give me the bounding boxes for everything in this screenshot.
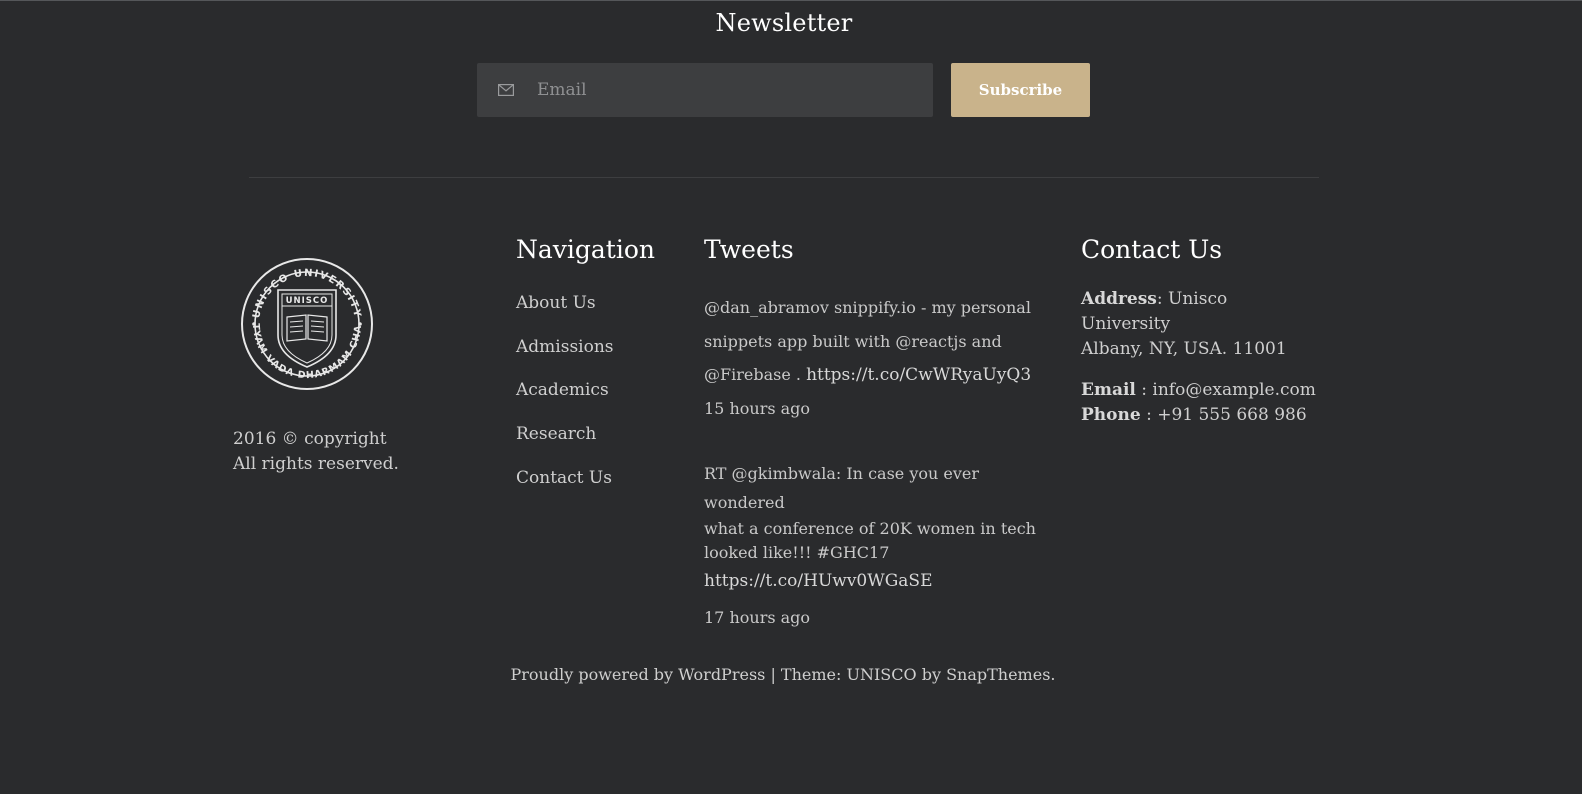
logo-shield-text: UNISCO (286, 296, 329, 306)
copyright-line: 2016 © copyright (233, 429, 387, 449)
footer-divider (249, 177, 1319, 178)
subscribe-button[interactable]: Subscribe (951, 63, 1090, 117)
contact-heading: Contact Us (1081, 235, 1223, 264)
university-seal-logo[interactable]: UNISCO UNIVERSITY SATYAM VADA DHARMAM CH… (235, 249, 375, 391)
tweet-text-line: RT @gkimbwala: In case you ever wondered (704, 463, 980, 512)
tweet-timestamp: 17 hours ago (704, 607, 811, 627)
rights-line: All rights reserved. (233, 454, 399, 474)
nav-link-academics[interactable]: Academics (516, 378, 614, 422)
phone-value[interactable]: : +91 555 668 986 (1141, 405, 1307, 425)
email-input[interactable] (535, 79, 899, 101)
tweet-item: @dan_abramov snippify.io - my personal s… (704, 291, 1044, 393)
email-field-wrapper[interactable] (477, 63, 933, 117)
mail-icon (498, 81, 516, 99)
theme-author-link[interactable]: SnapThemes. (946, 665, 1055, 684)
email-label: Email (1081, 380, 1136, 400)
contact-details: Address: Unisco University Albany, NY, U… (1081, 287, 1321, 428)
tweet-text-line: @dan_abramov snippify.io - my personal (704, 298, 1031, 317)
address-city-line: Albany, NY, USA. 11001 (1081, 339, 1287, 359)
tweet-text-line: looked like!!! #GHC17 (704, 542, 890, 562)
tweet-link[interactable]: https://t.co/CwWRyaUyQ3 (806, 365, 1031, 385)
credit-separator: | Theme: UNISCO by (765, 665, 947, 684)
wordpress-link[interactable]: WordPress (678, 665, 765, 684)
nav-link-contact-us[interactable]: Contact Us (516, 466, 614, 510)
credit-prefix: Proudly powered by (510, 665, 679, 684)
tweet-text-line: snippets app built with @reactjs and (704, 331, 1002, 351)
phone-label: Phone (1081, 405, 1141, 425)
tweet-text-line: @Firebase . https://t.co/CwWRyaUyQ3 (704, 358, 1044, 393)
tweet-item: RT @gkimbwala: In case you ever wondered… (704, 459, 1044, 593)
nav-link-about-us[interactable]: About Us (516, 291, 614, 335)
copyright-text: 2016 © copyright All rights reserved. (233, 427, 399, 477)
tweet-text-line: what a conference of 20K women in tech (704, 518, 1036, 538)
nav-link-research[interactable]: Research (516, 422, 614, 466)
tweet-text-fragment: @Firebase . (704, 365, 801, 384)
phone-line: Phone : +91 555 668 986 (1081, 403, 1321, 428)
tweets-list: @dan_abramov snippify.io - my personal s… (704, 291, 1044, 630)
tweet-timestamp: 15 hours ago (704, 398, 811, 418)
tweet-link[interactable]: https://t.co/HUwv0WGaSE (704, 569, 1044, 593)
navigation-heading: Navigation (516, 235, 656, 264)
newsletter-title: Newsletter (715, 9, 853, 37)
address-line: Address: Unisco University (1081, 287, 1321, 337)
tweets-heading: Tweets (704, 235, 794, 264)
email-value[interactable]: : info@example.com (1136, 380, 1316, 400)
nav-link-admissions[interactable]: Admissions (516, 335, 614, 379)
footer-navigation: About Us Admissions Academics Research C… (516, 291, 614, 509)
footer-credit: Proudly powered by WordPress | Theme: UN… (0, 665, 1566, 684)
email-line: Email : info@example.com (1081, 378, 1321, 403)
address-label: Address (1081, 289, 1157, 309)
